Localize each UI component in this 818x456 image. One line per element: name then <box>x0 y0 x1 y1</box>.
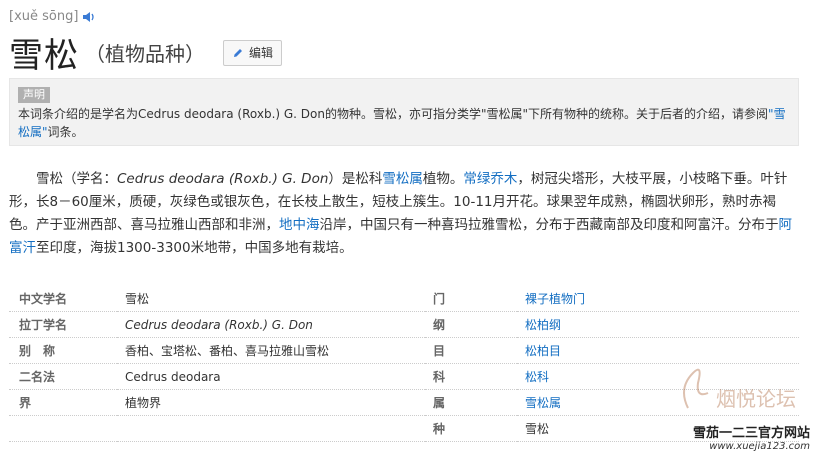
info-row: 种雪松 <box>9 415 799 442</box>
info-key: 门 <box>425 286 517 312</box>
info-key: 目 <box>425 337 517 364</box>
info-key: 纲 <box>425 311 517 338</box>
summary-text: 雪松（学名： <box>36 171 117 187</box>
info-key: 拉丁学名 <box>9 311 117 338</box>
disambiguation-notice: 声明 本词条介绍的是学名为Cedrus deodara (Roxb.) G. D… <box>9 78 799 146</box>
link-evergreen-tree[interactable]: 常绿乔木 <box>463 171 517 187</box>
link-mediterranean[interactable]: 地中海 <box>279 217 320 233</box>
watermark-logo-text: 烟悦论坛 <box>716 387 796 411</box>
info-value: 雪松 <box>117 286 425 312</box>
title-row: 雪松 （植物品种） 编辑 <box>9 28 283 77</box>
latin-name: Cedrus deodara (Roxb.) G. Don <box>117 171 329 187</box>
info-row: 拉丁学名 Cedrus deodara (Roxb.) G. Don 纲松柏纲 <box>9 311 799 338</box>
info-key: 界 <box>9 389 117 416</box>
page-subtitle: （植物品种） <box>85 42 205 66</box>
watermark-logo: 烟悦论坛 <box>683 368 796 411</box>
summary-paragraph: 雪松（学名：Cedrus deodara (Roxb.) G. Don）是松科雪… <box>9 168 799 260</box>
info-key: 中文学名 <box>9 286 117 312</box>
summary-text: 植物。 <box>422 171 464 187</box>
info-key: 别 称 <box>9 337 117 364</box>
info-value <box>117 415 425 442</box>
info-row: 中文学名 雪松门裸子植物门 <box>9 286 799 312</box>
info-value: 植物界 <box>117 389 425 416</box>
pinyin: [xuě sōng] <box>9 9 96 24</box>
info-key <box>9 415 117 442</box>
info-value-link[interactable]: 松柏纲 <box>517 311 799 338</box>
pinyin-text: [xuě sōng] <box>9 9 79 24</box>
edit-label: 编辑 <box>249 46 274 60</box>
watermark-site-name: 雪茄一二三官方网站 <box>692 426 810 441</box>
link-cedrus-genus[interactable]: 雪松属 <box>382 171 423 187</box>
info-key: 种 <box>425 415 517 442</box>
summary-text: 沿岸，中国只有一种喜玛拉雅雪松，分布于西藏南部及印度和阿富汗。分布于 <box>319 217 779 233</box>
summary-text: 至印度，海拔1300-3300米地带，中国多地有栽培。 <box>36 240 353 256</box>
info-value: 香柏、宝塔松、番柏、喜马拉雅山雪松 <box>117 337 425 364</box>
summary-text: ）是松科 <box>328 171 383 187</box>
info-value: Cedrus deodara (Roxb.) G. Don <box>117 311 425 338</box>
info-key: 科 <box>425 363 517 390</box>
info-value-link[interactable]: 裸子植物门 <box>517 286 799 312</box>
speaker-icon[interactable] <box>82 11 96 23</box>
pencil-icon <box>234 48 242 57</box>
info-key: 二名法 <box>9 363 117 390</box>
notice-text: 本词条介绍的是学名为Cedrus deodara (Roxb.) G. Don的… <box>18 107 769 121</box>
watermark-url: www.xuejia123.com <box>709 441 810 452</box>
info-key: 属 <box>425 389 517 416</box>
notice-tag: 声明 <box>18 87 50 103</box>
info-value: Cedrus deodara <box>117 363 425 390</box>
watermark: 雪茄一二三官方网站 www.xuejia123.com <box>693 422 810 452</box>
edit-button[interactable]: 编辑 <box>223 39 283 66</box>
page-title: 雪松 <box>9 36 79 76</box>
notice-text-end: 词条。 <box>47 125 84 139</box>
